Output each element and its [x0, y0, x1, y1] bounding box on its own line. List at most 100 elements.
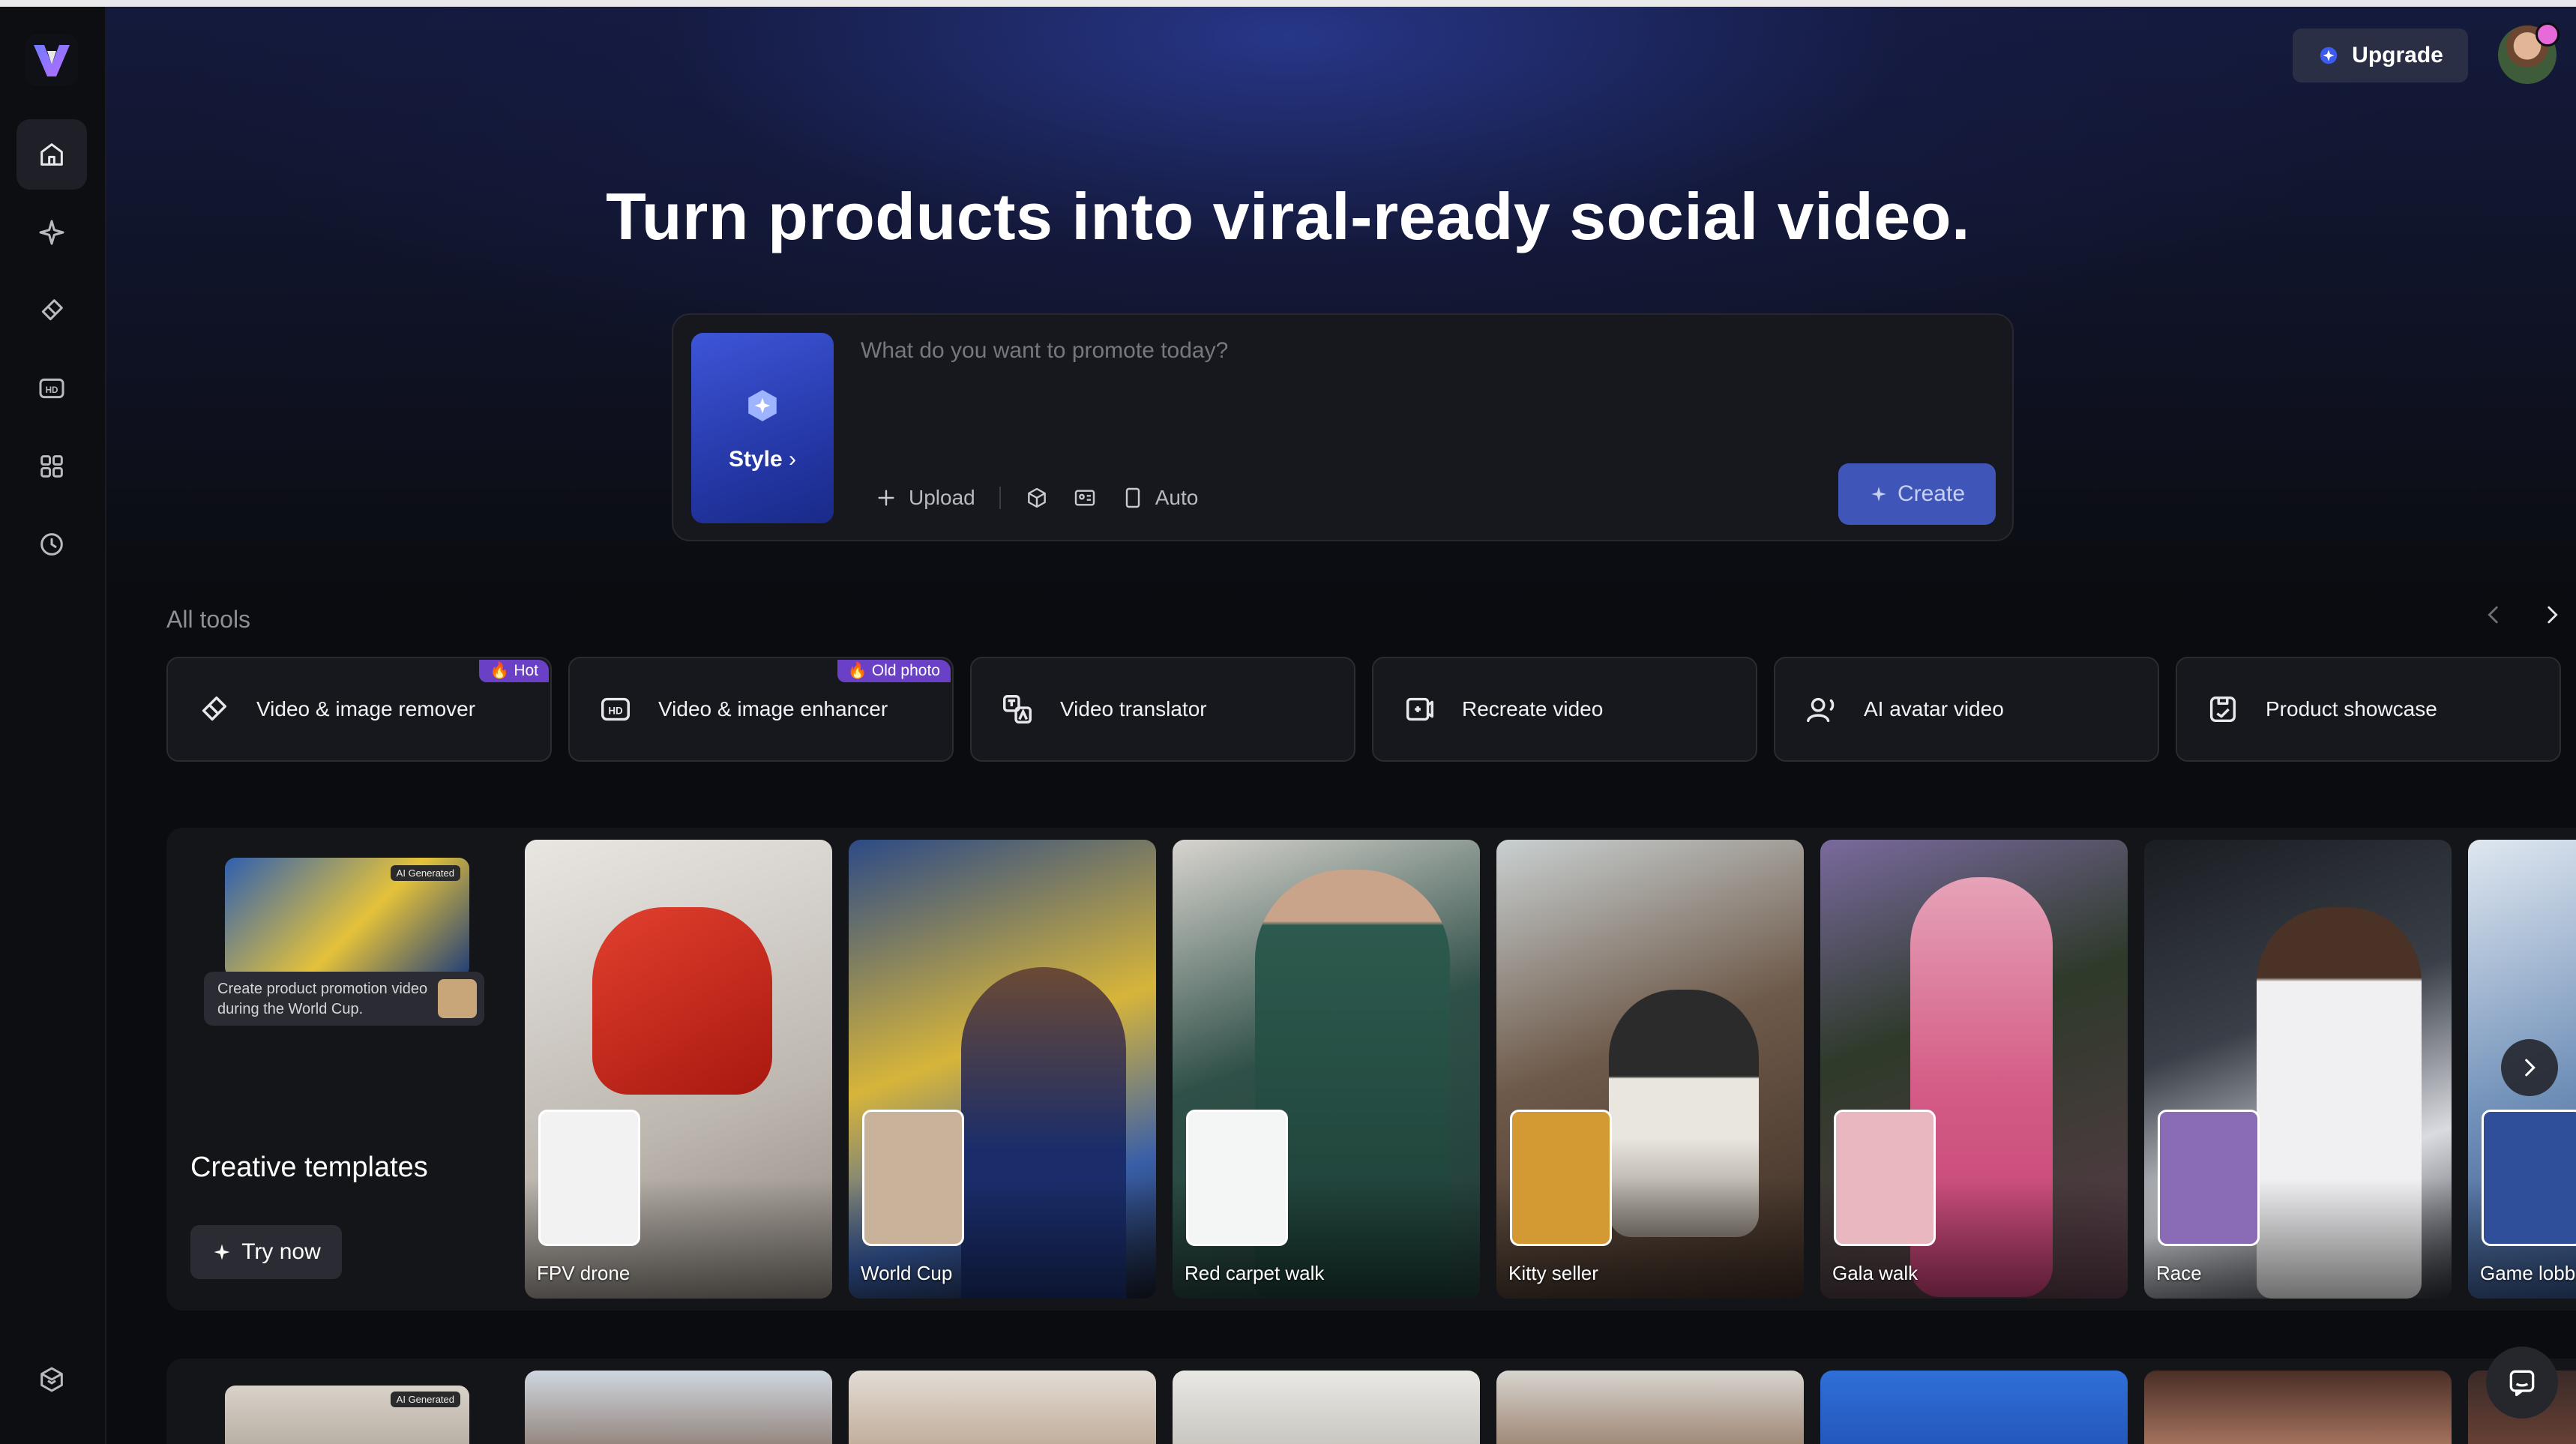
- eraser-icon: [41, 299, 63, 321]
- sparkle-icon: [214, 1244, 230, 1260]
- upgrade-button[interactable]: Upgrade: [2293, 28, 2468, 82]
- apps-grid-icon: [40, 455, 63, 478]
- style-label-row: Style ›: [691, 447, 834, 472]
- tool-label: Recreate video: [1462, 697, 1604, 721]
- tool-video-image-remover[interactable]: Video & image remover 🔥 Hot: [166, 657, 552, 762]
- logo-v-icon: [34, 45, 70, 76]
- style-selector-button[interactable]: Style ›: [691, 333, 834, 523]
- app-logo[interactable]: [25, 34, 78, 86]
- tool-product-showcase[interactable]: Product showcase: [2176, 657, 2561, 762]
- template-label: FPV drone: [537, 1262, 631, 1284]
- chevron-right-icon: [2525, 1059, 2536, 1077]
- product-thumb: [2482, 1110, 2576, 1246]
- tool-recreate-video[interactable]: Recreate video: [1372, 657, 1757, 762]
- hero-title: Turn products into viral-ready social vi…: [606, 179, 1970, 253]
- template-card-gala-walk[interactable]: Gala walk: [1820, 840, 2128, 1299]
- chevron-left-icon: [2488, 606, 2498, 624]
- tool-video-translator[interactable]: Video translator: [970, 657, 1355, 762]
- template-preview-image: AI Generated: [225, 858, 469, 978]
- plus-icon: [878, 490, 894, 506]
- tools-next-button[interactable]: [2530, 592, 2575, 637]
- template-card-world-cup[interactable]: World Cup: [849, 840, 1156, 1299]
- aspect-ratio-button[interactable]: Auto: [1121, 486, 1199, 510]
- sidebar-item-remover[interactable]: [16, 275, 87, 346]
- row2-card[interactable]: [1496, 1371, 1804, 1444]
- template-label: Game lobb: [2480, 1262, 2576, 1284]
- tools-prev-button[interactable]: [2471, 592, 2516, 637]
- recreate-icon: [1406, 697, 1433, 721]
- create-button[interactable]: Create: [1838, 463, 1996, 525]
- creative-templates-title: Creative templates: [190, 1152, 428, 1183]
- tool-video-image-enhancer[interactable]: HD Video & image enhancer 🔥 Old photo: [568, 657, 954, 762]
- try-now-button[interactable]: Try now: [190, 1225, 342, 1279]
- svg-text:HD: HD: [608, 706, 623, 717]
- upload-label: Upload: [909, 486, 975, 509]
- chat-icon: [2509, 1370, 2535, 1397]
- tool-badge-text: Old photo: [871, 662, 940, 679]
- row2-preview-image: AI Generated: [225, 1386, 469, 1444]
- style-label: Style: [728, 447, 783, 472]
- tool-label: Product showcase: [2266, 697, 2437, 721]
- avatar-icon: [1807, 697, 1835, 723]
- fire-icon: 🔥: [490, 662, 510, 679]
- template-label: Race: [2156, 1262, 2202, 1284]
- chevron-right-icon: ›: [789, 447, 797, 472]
- all-tools-heading: All tools: [166, 606, 251, 633]
- product-thumb: [862, 1110, 964, 1246]
- product-thumb: [2158, 1110, 2260, 1246]
- product-thumb: [538, 1110, 640, 1246]
- promote-prompt-input[interactable]: [859, 331, 1972, 370]
- tool-badge: 🔥 Hot: [479, 660, 549, 682]
- sparkle-icon: [1871, 487, 1886, 502]
- hd-icon: HD: [39, 378, 64, 399]
- sidebar-item-history[interactable]: [16, 509, 87, 580]
- home-icon: [40, 143, 63, 166]
- template-preview-caption: Create product promotion video during th…: [204, 972, 484, 1026]
- try-now-label: Try now: [241, 1239, 321, 1264]
- user-avatar[interactable]: [2498, 22, 2560, 84]
- history-clock-icon: [40, 533, 63, 556]
- templates-next-button[interactable]: [2501, 1039, 2558, 1096]
- creative-templates-panel: AI Generated Create product promotion vi…: [166, 828, 2576, 1311]
- product-thumb: [1186, 1110, 1288, 1246]
- svg-text:HD: HD: [46, 385, 58, 395]
- sidebar-item-enhancer[interactable]: HD: [16, 353, 87, 424]
- templates-row-2: AI Generated: [166, 1359, 2576, 1444]
- template-card-race[interactable]: Race: [2144, 840, 2452, 1299]
- tool-label: Video & image remover: [256, 697, 476, 721]
- hd-icon: HD: [601, 697, 630, 721]
- auto-label: Auto: [1155, 486, 1199, 509]
- tool-label: Video translator: [1060, 697, 1207, 721]
- caption-product-thumb: [438, 979, 477, 1018]
- prompt-box: Style › Upload Auto Create: [672, 313, 2014, 541]
- sidebar-item-assets[interactable]: [16, 1344, 87, 1415]
- template-card-fpv-drone[interactable]: FPV drone: [525, 840, 832, 1299]
- sidebar-item-apps[interactable]: [16, 431, 87, 502]
- row2-card[interactable]: [849, 1371, 1156, 1444]
- product-model-button[interactable]: [1025, 486, 1049, 510]
- support-chat-button[interactable]: [2486, 1347, 2558, 1419]
- template-label: World Cup: [861, 1262, 953, 1284]
- template-card-kitty-seller[interactable]: Kitty seller: [1496, 840, 1804, 1299]
- row2-card[interactable]: [1173, 1371, 1480, 1444]
- chair-graphic: [592, 907, 772, 1095]
- eraser-icon: [202, 696, 227, 721]
- image-settings-button[interactable]: [1073, 486, 1097, 510]
- tool-ai-avatar-video[interactable]: AI avatar video: [1774, 657, 2159, 762]
- upload-button[interactable]: Upload: [874, 486, 975, 510]
- template-card-red-carpet-walk[interactable]: Red carpet walk: [1173, 840, 1480, 1299]
- tool-badge: 🔥 Old photo: [837, 660, 951, 682]
- prompt-toolbar: Upload Auto: [874, 477, 1198, 519]
- window-top-strip: [0, 0, 2576, 7]
- image-settings-icon: [1074, 490, 1095, 506]
- caption-text: Create product promotion video during th…: [217, 981, 428, 1017]
- cube-icon: [1027, 487, 1046, 508]
- row2-card[interactable]: [2144, 1371, 2452, 1444]
- translate-icon: [1003, 695, 1032, 723]
- product-thumb: [1510, 1110, 1612, 1246]
- row2-card[interactable]: [1820, 1371, 2128, 1444]
- row2-card[interactable]: [525, 1371, 832, 1444]
- tool-label: AI avatar video: [1864, 697, 2004, 721]
- upgrade-star-icon: [2320, 46, 2338, 64]
- avatar-notification-badge: [2536, 22, 2560, 46]
